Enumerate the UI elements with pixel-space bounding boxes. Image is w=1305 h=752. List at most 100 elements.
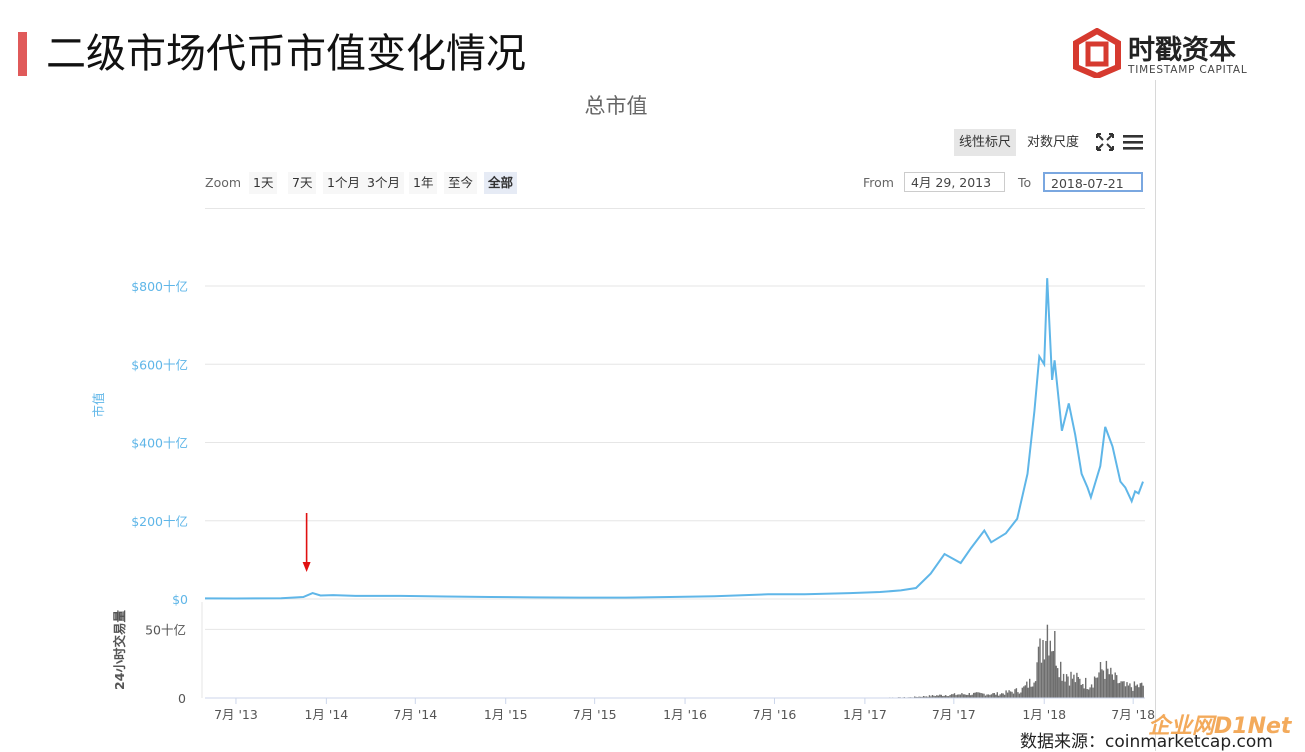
- volume-bar: [976, 692, 977, 698]
- volume-bar: [1082, 684, 1083, 698]
- volume-bar: [1109, 674, 1110, 698]
- volume-bar: [1017, 692, 1018, 698]
- volume-bar: [1022, 688, 1023, 698]
- volume-bar: [1126, 682, 1127, 698]
- volume-bar: [1026, 682, 1027, 698]
- volume-bar: [1125, 686, 1126, 698]
- volume-bar: [1120, 681, 1121, 698]
- volume-bar: [1050, 641, 1051, 698]
- volume-y-tick-label: 0: [178, 691, 186, 706]
- volume-bar: [1095, 678, 1096, 698]
- volume-bar: [1137, 685, 1138, 699]
- volume-bar: [992, 693, 993, 698]
- volume-bar: [1085, 678, 1086, 698]
- volume-bar: [1008, 690, 1009, 698]
- volume-bar: [1035, 681, 1036, 698]
- x-tick-label: 7月 '17: [932, 707, 976, 722]
- volume-bar: [951, 694, 952, 698]
- data-source-note: 数据来源：coinmarketcap.com: [1020, 727, 1273, 752]
- volume-bar: [957, 695, 958, 698]
- volume-bar: [1097, 678, 1098, 699]
- volume-bar: [1100, 662, 1101, 698]
- arrow-head: [303, 562, 311, 572]
- volume-bar: [939, 695, 940, 698]
- x-tick-label: 1月 '17: [843, 707, 887, 722]
- x-tick-label: 7月 '16: [753, 707, 797, 722]
- volume-bar: [1003, 694, 1004, 699]
- volume-bar: [1110, 668, 1111, 698]
- volume-bar: [1029, 679, 1030, 698]
- volume-bar: [961, 693, 962, 698]
- volume-bar: [1048, 656, 1049, 699]
- volume-bar: [958, 694, 959, 698]
- volume-bar: [969, 693, 970, 698]
- volume-bar: [1053, 651, 1054, 698]
- volume-bar: [1101, 669, 1102, 698]
- volume-bar: [1023, 686, 1024, 698]
- volume-bar: [1057, 668, 1058, 698]
- volume-bar: [963, 694, 964, 698]
- volume-bar: [1013, 694, 1014, 698]
- red-down-arrow-icon: [303, 513, 311, 572]
- volume-bar: [1107, 669, 1108, 698]
- volume-bar: [1036, 662, 1037, 698]
- volume-bar: [973, 693, 974, 698]
- volume-bar: [1051, 651, 1052, 698]
- volume-bar: [1041, 663, 1042, 698]
- volume-bar: [1141, 683, 1142, 698]
- volume-bar: [1054, 631, 1055, 698]
- volume-bar: [1059, 677, 1060, 698]
- volume-bar: [1091, 684, 1092, 698]
- chart-grid: [202, 286, 1145, 698]
- volume-bar: [977, 692, 978, 698]
- volume-bar: [1007, 693, 1008, 698]
- volume-bar: [1140, 683, 1141, 698]
- volume-bar: [1134, 681, 1135, 698]
- volume-bar: [1038, 647, 1039, 698]
- volume-bar: [1011, 692, 1012, 698]
- volume-bar: [1084, 688, 1085, 698]
- volume-bar: [979, 693, 980, 698]
- x-tick-label: 7月 '14: [393, 707, 437, 722]
- x-tick-label: 1月 '14: [304, 707, 348, 722]
- volume-bar: [1044, 659, 1045, 698]
- volume-bar: [1131, 687, 1132, 698]
- volume-bar: [1063, 674, 1064, 698]
- y-axis-ticks: $0$200十亿$400十亿$600十亿$800十亿: [131, 279, 188, 607]
- volume-bar: [991, 694, 992, 698]
- volume-bar: [1020, 693, 1021, 699]
- volume-bar: [1000, 694, 1001, 698]
- x-tick-label: 7月 '15: [573, 707, 617, 722]
- volume-bar: [1094, 677, 1095, 699]
- volume-bar: [1122, 681, 1123, 698]
- volume-bar: [1104, 679, 1105, 698]
- volume-bar: [994, 693, 995, 698]
- volume-bar: [1106, 661, 1107, 698]
- volume-bar: [1001, 693, 1002, 698]
- volume-bar: [1113, 680, 1114, 698]
- volume-bar: [1032, 687, 1033, 699]
- volume-bar: [1138, 687, 1139, 698]
- volume-bar: [1123, 681, 1124, 698]
- market-cap-series-line: [205, 278, 1143, 598]
- volume-bar: [1005, 690, 1006, 698]
- x-tick-label: 1月 '16: [663, 707, 707, 722]
- volume-bar: [1075, 682, 1076, 698]
- volume-bar: [1010, 691, 1011, 698]
- volume-bar: [1033, 683, 1034, 698]
- volume-axis-label: 24小时交易量: [112, 610, 127, 690]
- y-tick-label: $400十亿: [131, 436, 188, 451]
- volume-bar: [1103, 671, 1104, 699]
- volume-bar: [1143, 686, 1144, 698]
- volume-bar: [1135, 686, 1136, 698]
- volume-bar: [1069, 686, 1070, 698]
- volume-bar: [954, 693, 955, 698]
- volume-bar: [1061, 681, 1062, 698]
- volume-bar: [1019, 694, 1020, 698]
- y-tick-label: $0: [172, 592, 188, 607]
- y-tick-label: $600十亿: [131, 357, 188, 372]
- volume-bar: [982, 693, 983, 698]
- volume-bar: [964, 694, 965, 698]
- y-tick-label: $200十亿: [131, 514, 188, 529]
- volume-y-axis-ticks: 050十亿: [145, 622, 186, 706]
